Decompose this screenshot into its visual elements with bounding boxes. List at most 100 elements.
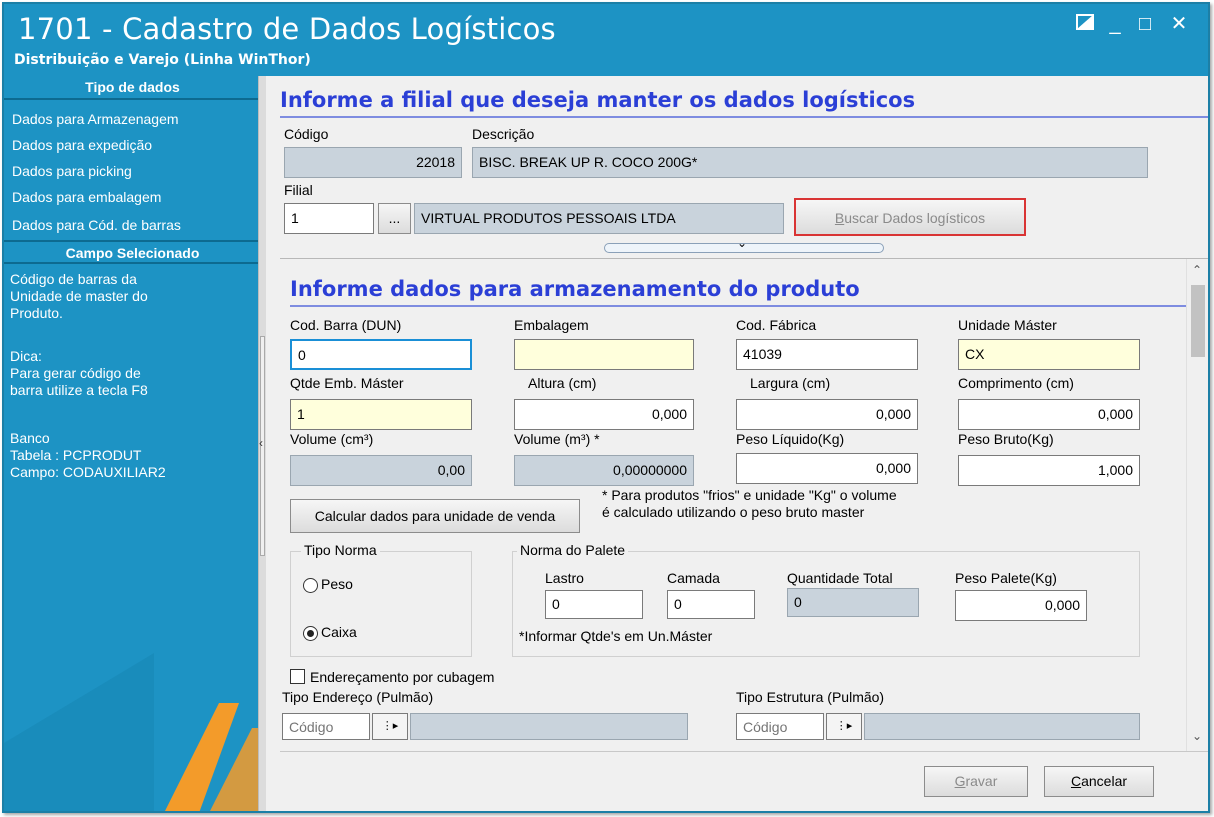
unidade-master-label: Unidade Máster [958,317,1057,333]
sidebar-item-expedicao[interactable]: Dados para expedição [12,136,152,154]
field-description: Código de barras da Unidade de master do… [10,271,148,321]
armazenamento-form: Informe dados para armazenamento do prod… [280,259,1186,751]
vertical-scrollbar[interactable]: ⌃ ⌄ [1186,259,1208,751]
qtde-input[interactable]: 1 [290,399,472,430]
app-window: 1701 - Cadastro de Dados Logísticos Dist… [2,2,1210,813]
sidebar-splitter[interactable]: ‹ [258,76,266,811]
scrollbar-thumb[interactable] [1191,285,1205,357]
peso-radio-label[interactable]: Peso [321,576,353,592]
buscar-dados-button[interactable]: Buscar Dados logísticos [794,198,1026,236]
enderecamento-checkbox-label[interactable]: Endereçamento por cubagem [310,669,494,685]
peso-liquido-label: Peso Líquido(Kg) [736,431,845,447]
gravar-accel: G [954,773,966,789]
embalagem-input[interactable] [514,339,694,370]
codigo-label: Código [284,126,329,142]
altura-input[interactable]: 0,000 [514,399,694,430]
title-rule [280,116,1208,118]
scroll-down-icon[interactable]: ⌄ [1192,729,1202,743]
peso-radio[interactable] [303,578,318,593]
tipo-estrutura-input[interactable] [736,713,824,740]
buscar-accel: B [834,210,845,226]
cancelar-label: ancelar [1081,773,1128,789]
tipo-norma-group: Tipo Norma Peso Caixa [290,542,472,657]
filial-name-field: VIRTUAL PRODUTOS PESSOAIS LTDA [414,203,784,234]
palete-note: *Informar Qtde's em Un.Máster [519,628,713,644]
peso-bruto-label: Peso Bruto(Kg) [958,431,1054,447]
filial-section-title: Informe a filial que deseja manter os da… [280,88,916,112]
embalagem-label: Embalagem [514,317,589,333]
filial-label: Filial [284,182,313,198]
tipo-endereco-desc [410,713,688,740]
chevron-left-icon[interactable]: ‹ [259,436,263,450]
cod-barra-input[interactable]: 0 [290,339,472,370]
close-button[interactable]: ✕ [1166,12,1192,36]
field-db-info: Banco Tabela : PCPRODUT Campo: CODAUXILI… [10,430,166,480]
tipo-estrutura-lookup-icon[interactable]: ⋮▸ [826,713,862,740]
sidebar: Tipo de dados Dados para Armazenagem Dad… [4,76,261,811]
qtde-label: Qtde Emb. Máster [290,375,404,391]
filial-input[interactable]: 1 [284,203,374,234]
peso-palete-input[interactable]: 0,000 [955,590,1087,621]
sidebar-header-campo: Campo Selecionado [4,240,261,264]
comprimento-input[interactable]: 0,000 [958,399,1140,430]
armazenamento-title: Informe dados para armazenamento do prod… [290,277,860,301]
maximize-button[interactable]: □ [1132,12,1158,36]
tipo-estrutura-desc [864,713,1140,740]
tipo-endereco-label: Tipo Endereço (Pulmão) [282,689,434,705]
codigo-field: 22018 [284,147,462,178]
cod-barra-label: Cod. Barra (DUN) [290,317,402,333]
cancelar-button[interactable]: Cancelar [1044,766,1154,797]
sidebar-item-armazenagem[interactable]: Dados para Armazenagem [12,110,179,128]
cod-fabrica-label: Cod. Fábrica [736,317,817,333]
frios-note: * Para produtos "frios" e unidade "Kg" o… [602,487,897,520]
buscar-label: uscar Dados logísticos [844,210,986,226]
sidebar-decoration [4,653,261,811]
form-scroll-area[interactable]: Informe dados para armazenamento do prod… [280,258,1208,751]
restore-icon[interactable] [1072,12,1098,36]
unidade-master-input[interactable]: CX [958,339,1140,370]
gravar-label: ravar [965,773,998,789]
window-title: 1701 - Cadastro de Dados Logísticos [18,12,556,46]
tipo-endereco-lookup-icon[interactable]: ⋮▸ [372,713,408,740]
window-subtitle: Distribuição e Varejo (Linha WinThor) [14,52,311,68]
footer-bar: Gravar Cancelar [280,751,1208,811]
comprimento-label: Comprimento (cm) [958,375,1074,391]
tipo-endereco-input[interactable] [282,713,370,740]
collapse-panel-toggle[interactable]: ⌄ [604,236,884,253]
sidebar-item-picking[interactable]: Dados para picking [12,162,132,180]
cancelar-accel: C [1070,773,1082,789]
caixa-radio[interactable] [303,626,318,641]
peso-palete-label: Peso Palete(Kg) [955,570,1057,586]
peso-bruto-input[interactable]: 1,000 [958,455,1140,486]
enderecamento-checkbox[interactable] [290,669,305,684]
largura-label: Largura (cm) [750,375,831,391]
minimize-button[interactable]: _ [1102,12,1128,36]
camada-input[interactable]: 0 [667,590,755,619]
sidebar-header-tipo-dados: Tipo de dados [4,76,261,100]
field-tip: Dica: Para gerar código de barra utilize… [10,348,148,398]
filial-lookup-button[interactable]: ... [378,203,411,234]
lastro-input[interactable]: 0 [545,590,643,619]
scroll-up-icon[interactable]: ⌃ [1192,263,1202,277]
sidebar-item-embalagem[interactable]: Dados para embalagem [12,188,161,206]
altura-label: Altura (cm) [528,375,597,391]
cod-fabrica-input[interactable]: 41039 [736,339,918,370]
volume-m-label: Volume (m³) * [514,431,600,447]
peso-liquido-input[interactable]: 0,000 [736,453,918,484]
descricao-label: Descrição [472,126,535,142]
chevron-down-icon[interactable]: ⌄ [737,236,747,250]
volume-m-field: 0,00000000 [514,455,694,486]
armazenamento-title-rule [290,305,1186,307]
tipo-norma-title: Tipo Norma [301,542,380,558]
calcular-button[interactable]: Calcular dados para unidade de venda [290,499,580,533]
lastro-label: Lastro [545,570,584,586]
main-panel: Informe a filial que deseja manter os da… [266,76,1208,811]
largura-input[interactable]: 0,000 [736,399,918,430]
title-bar: 1701 - Cadastro de Dados Logísticos Dist… [4,4,1208,76]
descricao-field: BISC. BREAK UP R. COCO 200G* [472,147,1148,178]
camada-label: Camada [667,570,720,586]
tipo-estrutura-label: Tipo Estrutura (Pulmão) [736,689,885,705]
gravar-button[interactable]: Gravar [924,766,1028,797]
sidebar-item-cod-barras[interactable]: Dados para Cód. de barras [12,216,181,234]
caixa-radio-label[interactable]: Caixa [321,624,357,640]
